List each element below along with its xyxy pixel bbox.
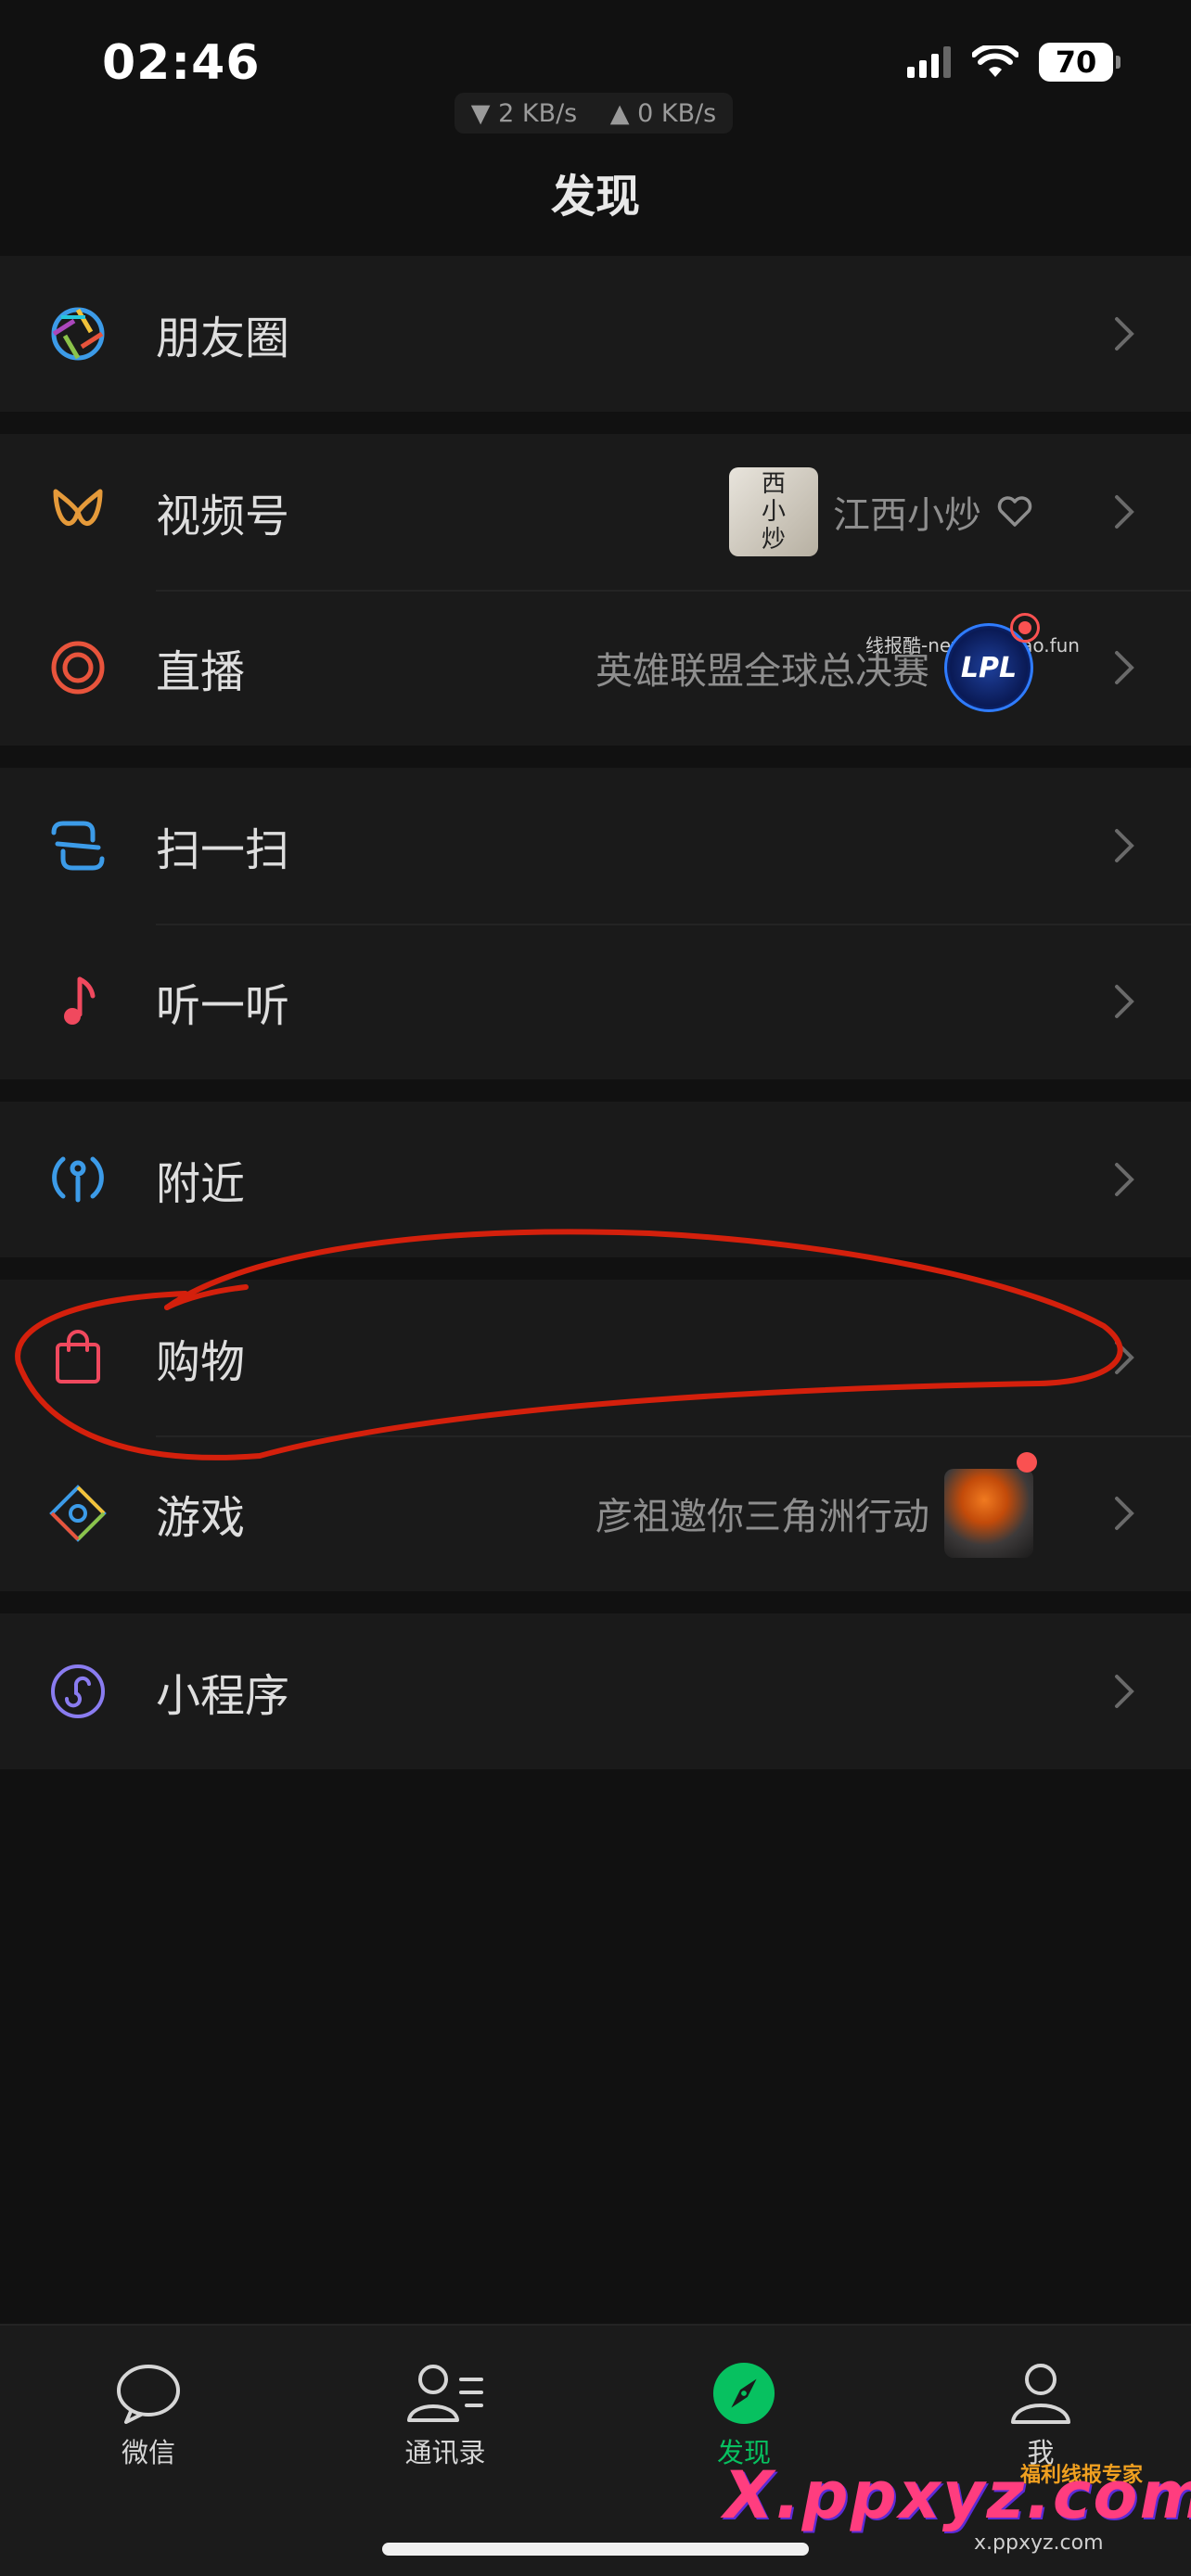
- group-nearby: 附近: [0, 1102, 1191, 1257]
- live-dot-icon: [1010, 613, 1040, 643]
- games-diamond-icon: [46, 1482, 109, 1545]
- chat-bubble-icon: [117, 2365, 180, 2424]
- channels-preview: 西 小 炒 江西小炒: [729, 467, 1033, 556]
- page-title: 发现: [550, 171, 640, 223]
- chevron-right-icon: [1115, 829, 1134, 862]
- watermark-url: x.ppxyz.com: [974, 2531, 1104, 2555]
- home-indicator[interactable]: [382, 2543, 809, 2556]
- person-icon: [1011, 2364, 1070, 2424]
- row-listen[interactable]: 听一听: [0, 924, 1191, 1079]
- group-mini-programs: 小程序: [0, 1613, 1191, 1769]
- tab-contacts[interactable]: 通讯录: [343, 2361, 547, 2470]
- row-label: 直播: [156, 646, 246, 698]
- row-label: 附近: [156, 1158, 246, 1210]
- row-nearby[interactable]: 附近: [0, 1102, 1191, 1257]
- row-label: 听一听: [156, 980, 290, 1032]
- scan-icon: [46, 814, 109, 877]
- row-label: 小程序: [156, 1670, 290, 1722]
- row-label: 游戏: [156, 1492, 246, 1544]
- status-icons: 70: [907, 43, 1121, 82]
- row-channels[interactable]: 视频号 西 小 炒 江西小炒: [0, 434, 1191, 590]
- channels-butterfly-icon: [46, 480, 109, 543]
- status-bar: 02:46 ▼ 2 KB/s ▲ 0 KB/s 70: [0, 0, 1191, 134]
- chevron-right-icon: [1115, 1675, 1134, 1708]
- group-moments: 朋友圈: [0, 256, 1191, 412]
- games-preview: 彦祖邀你三角洲行动: [596, 1452, 1037, 1558]
- chevron-right-icon: [1115, 1163, 1134, 1196]
- chevron-right-icon: [1115, 651, 1134, 684]
- live-preview-text: 英雄联盟全球总决赛: [596, 650, 929, 693]
- tab-chats[interactable]: 微信: [46, 2361, 250, 2470]
- lpl-logo: LPL: [944, 613, 1040, 712]
- row-label: 视频号: [156, 491, 290, 542]
- nearby-icon: [46, 1148, 109, 1211]
- thumb-char: 西: [761, 470, 786, 498]
- compass-icon: [712, 2362, 775, 2425]
- mini-program-icon: [46, 1660, 109, 1723]
- tab-discover[interactable]: 发现: [642, 2361, 846, 2470]
- chevron-right-icon: [1115, 985, 1134, 1018]
- live-preview: 英雄联盟全球总决赛 LPL: [596, 613, 1040, 712]
- wifi-icon: [972, 45, 1018, 77]
- download-speed: ▼ 2 KB/s: [470, 98, 578, 128]
- notification-dot-icon: [1017, 1452, 1037, 1473]
- cellular-signal-icon: [907, 46, 951, 78]
- shopping-bag-icon: [46, 1326, 109, 1389]
- watermark-logo: X.ppxyz.com: [724, 2457, 1191, 2533]
- thumb-char: 小: [761, 498, 786, 526]
- channels-thumbnail: 西 小 炒: [729, 467, 818, 556]
- row-scan[interactable]: 扫一扫: [0, 768, 1191, 924]
- row-live[interactable]: 直播 线报酷-new.xianbao.fun 英雄联盟全球总决赛 LPL: [0, 590, 1191, 746]
- status-time: 02:46: [102, 35, 261, 91]
- channels-preview-text: 江西小炒: [833, 494, 981, 537]
- group-channels: 视频号 西 小 炒 江西小炒 直播 线报酷-new.xianbao.fun 英雄…: [0, 434, 1191, 746]
- chevron-right-icon: [1115, 1497, 1134, 1530]
- row-shopping[interactable]: 购物: [0, 1280, 1191, 1435]
- battery-indicator: 70: [1039, 43, 1121, 82]
- row-label: 朋友圈: [156, 312, 290, 364]
- row-mini-programs[interactable]: 小程序: [0, 1613, 1191, 1769]
- thumb-char: 炒: [761, 526, 786, 554]
- music-note-icon: [46, 970, 109, 1033]
- tab-me[interactable]: 我: [939, 2361, 1143, 2470]
- chevron-right-icon: [1115, 317, 1134, 351]
- row-moments[interactable]: 朋友圈: [0, 256, 1191, 412]
- chevron-right-icon: [1115, 1341, 1134, 1374]
- upload-speed: ▲ 0 KB/s: [609, 98, 717, 128]
- live-target-icon: [46, 636, 109, 699]
- tab-label: 微信: [121, 2437, 175, 2468]
- group-scan-listen: 扫一扫 听一听: [0, 768, 1191, 1079]
- tab-label: 通讯录: [404, 2437, 486, 2468]
- chevron-right-icon: [1115, 495, 1134, 529]
- game-character-avatar: [944, 1452, 1037, 1558]
- moments-aperture-icon: [46, 302, 109, 365]
- lpl-logo-text: LPL: [960, 651, 1018, 684]
- row-label: 购物: [156, 1336, 246, 1388]
- games-preview-text: 彦祖邀你三角洲行动: [596, 1496, 929, 1538]
- row-games[interactable]: 游戏 彦祖邀你三角洲行动: [0, 1435, 1191, 1591]
- heart-icon: [997, 496, 1032, 527]
- contacts-icon: [407, 2365, 483, 2422]
- network-speed: ▼ 2 KB/s ▲ 0 KB/s: [455, 93, 733, 134]
- row-label: 扫一扫: [156, 824, 290, 876]
- group-shop-games: 购物 游戏 彦祖邀你三角洲行动: [0, 1280, 1191, 1591]
